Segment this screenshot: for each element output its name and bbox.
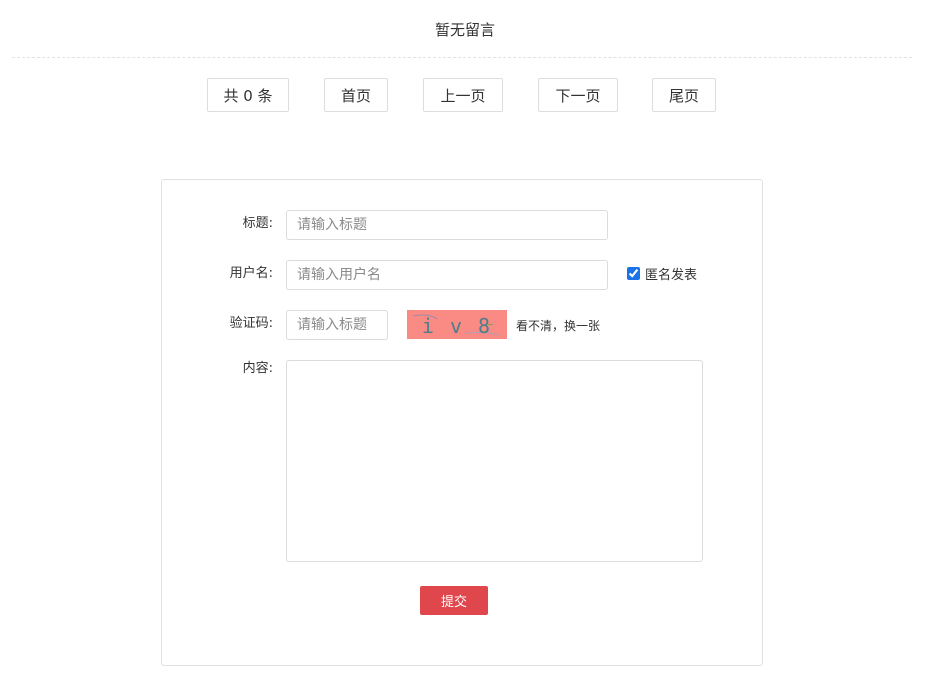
dashed-divider	[12, 57, 912, 58]
title-input[interactable]	[286, 210, 608, 240]
content-textarea[interactable]	[286, 360, 703, 562]
submit-button[interactable]: 提交	[420, 586, 488, 615]
captcha-label: 验证码:	[229, 316, 273, 331]
empty-message: 暂无留言	[434, 21, 495, 39]
anonymous-option[interactable]: 匿名发表	[626, 264, 697, 283]
pager-total: 共 0 条	[207, 78, 289, 112]
content-label: 内容:	[242, 361, 273, 376]
anonymous-checkbox[interactable]	[627, 267, 640, 280]
pager-first-button[interactable]: 首页	[324, 78, 388, 112]
title-label: 标题:	[242, 216, 273, 231]
pager-prev-button[interactable]: 上一页	[423, 78, 503, 112]
pager-last-button[interactable]: 尾页	[652, 78, 716, 112]
anonymous-label: 匿名发表	[645, 268, 698, 283]
captcha-text: s i v 8 r	[407, 314, 507, 338]
captcha-graphic: s i v 8 r	[394, 314, 518, 338]
captcha-image[interactable]: s i v 8 r	[394, 310, 518, 339]
username-label: 用户名:	[229, 266, 273, 281]
username-input[interactable]	[286, 260, 608, 290]
captcha-input[interactable]	[286, 310, 388, 340]
pager-next-button[interactable]: 下一页	[538, 78, 618, 112]
captcha-refresh-link[interactable]: 看不清，换一张	[516, 317, 600, 334]
